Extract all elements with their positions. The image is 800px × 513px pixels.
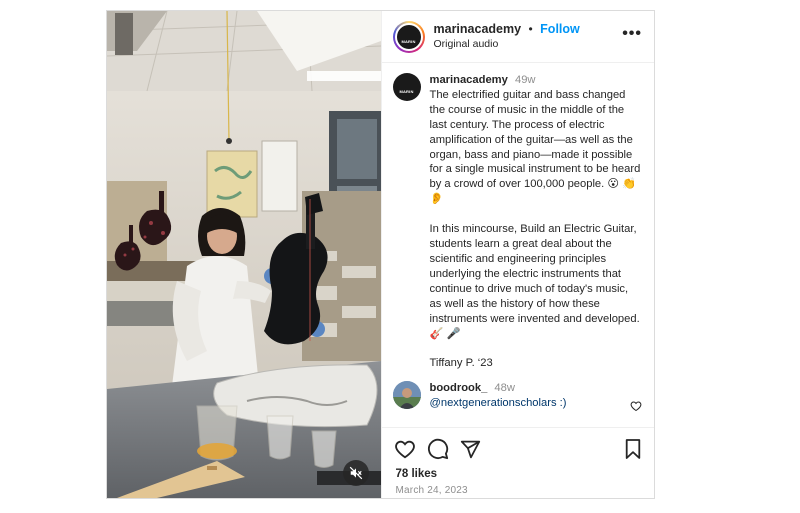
bookmark-icon[interactable] — [624, 438, 642, 460]
send-icon[interactable] — [460, 439, 481, 460]
speaker-muted-icon — [349, 466, 363, 480]
comment-username[interactable]: boodrook_ — [430, 382, 488, 394]
audio-label[interactable]: Original audio — [434, 37, 623, 52]
post-date[interactable]: March 24, 2023 — [396, 485, 643, 496]
heart-icon[interactable] — [394, 438, 416, 460]
comment-like-heart-icon[interactable] — [630, 399, 642, 417]
caption-paragraph-1: The electrified guitar and bass changed … — [429, 88, 641, 206]
post-header: MARIN marinacademy • Follow Original aud… — [381, 11, 654, 63]
likes-count[interactable]: 78 likes — [396, 468, 643, 480]
caption-body: marinacademy 49w The electrified guitar … — [430, 73, 643, 371]
mute-button[interactable] — [342, 460, 369, 486]
follow-button[interactable]: Follow — [540, 22, 580, 36]
actions-bar: 78 likes March 24, 2023 — [381, 427, 654, 498]
caption-time[interactable]: 49w — [515, 74, 536, 86]
comment-icon[interactable] — [427, 438, 449, 460]
comment-body: boodrook_ 48w @nextgenerationscholars :) — [430, 381, 643, 411]
caption-username[interactable]: marinacademy — [430, 74, 508, 86]
header-text: marinacademy • Follow Original audio — [434, 21, 623, 52]
comment-item: boodrook_ 48w @nextgenerationscholars :) — [392, 381, 643, 412]
avatar-logo-text: MARIN — [401, 38, 416, 44]
header-username[interactable]: marinacademy — [434, 22, 522, 36]
caption-signature: Tiffany P. ‘23 — [429, 357, 493, 370]
caption-paragraph-2: In this mincourse, Build an Electric Gui… — [429, 223, 640, 340]
comment-mention[interactable]: @nextgenerationscholars :) — [430, 396, 643, 411]
post-video[interactable] — [107, 11, 381, 498]
more-icon[interactable]: ••• — [622, 25, 642, 43]
comment-time[interactable]: 48w — [494, 382, 515, 394]
comment-avatar[interactable] — [392, 381, 421, 409]
action-icons — [394, 436, 643, 462]
instagram-post: MARIN marinacademy • Follow Original aud… — [106, 10, 655, 499]
comments-section: MARIN marinacademy 49w The electrified g… — [382, 64, 655, 417]
profile-avatar[interactable]: MARIN — [392, 20, 425, 53]
header-separator: • — [528, 22, 533, 36]
caption: MARIN marinacademy 49w The electrified g… — [392, 73, 643, 371]
post-sidebar: MARIN marinacademy • Follow Original aud… — [380, 11, 655, 498]
caption-avatar-logo-text: MARIN — [399, 89, 414, 94]
video-frame-illustration — [107, 11, 381, 498]
caption-avatar[interactable]: MARIN — [392, 73, 421, 101]
